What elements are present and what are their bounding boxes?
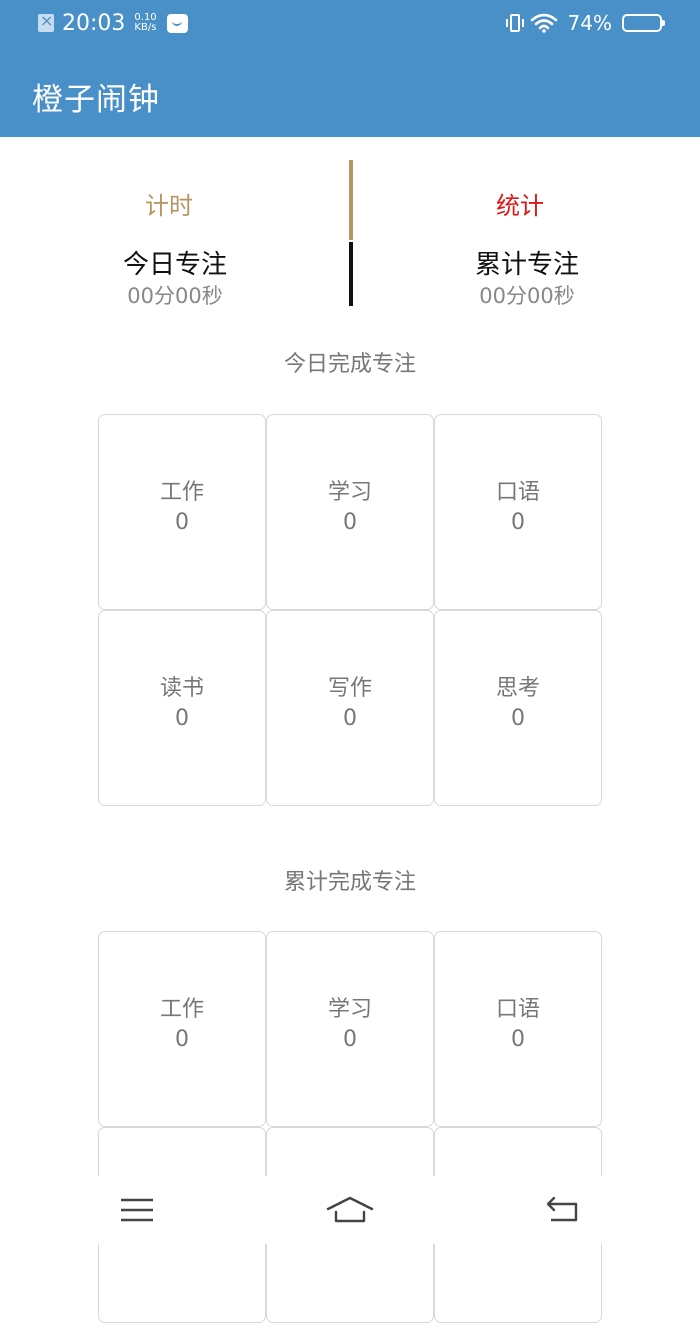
today-category-grid: 工作 0 学习 0 口语 0 读书 0 写作 0 思考 0 bbox=[98, 414, 602, 806]
status-time: 20:03 bbox=[62, 10, 126, 36]
status-left: 20:03 0.10 KB/s bbox=[38, 9, 188, 37]
system-nav-bar bbox=[0, 1176, 700, 1244]
category-label: 口语 bbox=[495, 997, 540, 1022]
category-card-reading[interactable]: 读书 0 bbox=[98, 610, 266, 806]
category-card-writing[interactable]: 写作 0 bbox=[266, 610, 434, 806]
today-completed-title: 今日完成专注 bbox=[283, 352, 416, 377]
category-count: 0 bbox=[175, 1027, 189, 1052]
today-focus-title: 今日专注 bbox=[122, 250, 227, 280]
category-count: 0 bbox=[175, 510, 189, 535]
category-count: 0 bbox=[511, 706, 525, 731]
wifi-icon bbox=[530, 13, 558, 33]
category-label: 学习 bbox=[327, 997, 372, 1022]
network-speed-unit: KB/s bbox=[134, 22, 157, 33]
category-count: 0 bbox=[343, 706, 357, 731]
menu-button[interactable] bbox=[107, 1188, 167, 1232]
message-icon bbox=[166, 13, 188, 33]
category-label: 口语 bbox=[495, 480, 540, 505]
tab-stats[interactable]: 统计 bbox=[496, 186, 544, 221]
menu-icon bbox=[121, 1198, 153, 1222]
tab-divider-top bbox=[349, 160, 353, 240]
back-button[interactable] bbox=[533, 1188, 593, 1232]
tab-timer[interactable]: 计时 bbox=[145, 186, 193, 221]
category-card-speaking[interactable]: 口语 0 bbox=[434, 931, 602, 1127]
category-label: 学习 bbox=[327, 480, 372, 505]
category-label: 读书 bbox=[159, 676, 204, 701]
app-bar: 橙子闹钟 bbox=[0, 46, 700, 137]
sim-error-icon bbox=[38, 11, 54, 32]
category-card-study[interactable]: 学习 0 bbox=[266, 414, 434, 610]
category-card-study[interactable]: 学习 0 bbox=[266, 931, 434, 1127]
total-completed-title: 累计完成专注 bbox=[283, 870, 416, 895]
home-icon bbox=[326, 1196, 374, 1223]
category-card-work[interactable]: 工作 0 bbox=[98, 414, 266, 610]
category-label: 写作 bbox=[327, 676, 372, 701]
category-card-work[interactable]: 工作 0 bbox=[98, 931, 266, 1127]
battery-icon bbox=[622, 14, 665, 32]
status-bar: 20:03 0.10 KB/s 74% bbox=[0, 0, 700, 46]
category-card-thinking[interactable]: 思考 0 bbox=[434, 610, 602, 806]
category-label: 思考 bbox=[495, 676, 540, 701]
category-count: 0 bbox=[511, 1027, 525, 1052]
battery-percent: 74% bbox=[567, 11, 612, 35]
back-icon bbox=[546, 1196, 578, 1222]
category-label: 工作 bbox=[159, 997, 204, 1022]
status-right: 74% bbox=[505, 9, 665, 37]
app-title: 橙子闹钟 bbox=[32, 82, 160, 118]
total-focus-title: 累计专注 bbox=[474, 250, 579, 280]
category-label: 工作 bbox=[159, 480, 204, 505]
home-button[interactable] bbox=[320, 1188, 380, 1232]
category-count: 0 bbox=[511, 510, 525, 535]
vibrate-icon bbox=[505, 14, 524, 32]
total-category-grid: 工作 0 学习 0 口语 0 bbox=[98, 931, 602, 1323]
category-count: 0 bbox=[343, 1027, 357, 1052]
category-count: 0 bbox=[175, 706, 189, 731]
category-card-speaking[interactable]: 口语 0 bbox=[434, 414, 602, 610]
today-focus-value: 00分00秒 bbox=[127, 284, 223, 308]
category-count: 0 bbox=[343, 510, 357, 535]
tab-divider-bottom bbox=[349, 242, 353, 306]
network-speed: 0.10 KB/s bbox=[134, 13, 156, 33]
total-focus-value: 00分00秒 bbox=[479, 284, 575, 308]
